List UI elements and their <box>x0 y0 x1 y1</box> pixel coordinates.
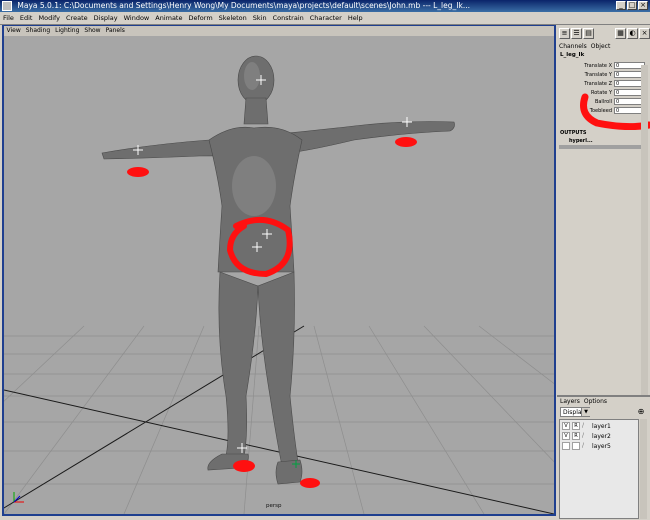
menu-options[interactable]: Options <box>584 398 607 405</box>
layer-color-icon[interactable]: / <box>582 432 590 440</box>
tab-object[interactable]: Object <box>591 43 611 51</box>
outputs-node[interactable]: hyperl... <box>569 138 593 144</box>
panel-menu-show[interactable]: Show <box>82 26 103 36</box>
menu-constrain[interactable]: Constrain <box>270 12 307 24</box>
menu-animate[interactable]: Animate <box>152 12 185 24</box>
menu-skeleton[interactable]: Skeleton <box>216 12 250 24</box>
maya-app-icon <box>2 1 12 11</box>
menu-skin[interactable]: Skin <box>250 12 270 24</box>
layers-divider[interactable] <box>557 395 650 397</box>
axis-indicator-icon <box>13 492 24 503</box>
layer-reference-toggle[interactable] <box>572 442 580 450</box>
layer-visibility-toggle[interactable]: V <box>562 432 570 440</box>
layer-editor-icon[interactable]: ▦ <box>615 28 626 39</box>
layer-color-icon[interactable]: / <box>582 442 590 450</box>
side-panel-toolbar: ≡ ☰ ▤ ▦ ◐ × <box>557 27 650 41</box>
close-icon[interactable]: × <box>638 1 648 10</box>
layer-name: layer2 <box>592 433 611 440</box>
layer-list-scrollbar[interactable] <box>640 419 647 519</box>
menu-modify[interactable]: Modify <box>35 12 63 24</box>
panel-menu-lighting[interactable]: Lighting <box>53 26 82 36</box>
channel-annotation-mark <box>580 93 650 130</box>
attr-label: Translate X <box>584 63 612 69</box>
layer-row[interactable]: / layer5 <box>561 442 639 451</box>
attr-row: Translate X 0 <box>557 62 650 70</box>
outputs-label: OUTPUTS <box>560 130 587 136</box>
maximize-icon[interactable]: □ <box>627 1 637 10</box>
attr-label: Translate Y <box>584 72 612 78</box>
channel-box-scrollbar[interactable] <box>641 65 648 395</box>
panel-menu-shading[interactable]: Shading <box>23 26 52 36</box>
channel-box-icon[interactable]: ≡ <box>559 28 570 39</box>
layers-menubar: Layers Options <box>560 398 607 405</box>
attr-row: Translate Y 0 <box>557 71 650 79</box>
tab-channels[interactable]: Channels <box>559 43 587 51</box>
menu-file[interactable]: File <box>0 12 17 24</box>
layer-visibility-toggle[interactable]: V <box>562 422 570 430</box>
layer-row[interactable]: V R / layer1 <box>561 422 639 431</box>
side-panel: ≡ ☰ ▤ ▦ ◐ × Channels Object L_leg_Ik Tra… <box>557 25 650 520</box>
window-title: Maya 5.0.1: C:\Documents and Settings\He… <box>17 1 470 10</box>
attribute-editor-icon[interactable]: ☰ <box>571 28 582 39</box>
channel-box-tabs: Channels Object <box>559 43 610 51</box>
menu-character[interactable]: Character <box>307 12 345 24</box>
layer-row[interactable]: V R / layer2 <box>561 432 639 441</box>
camera-label: persp <box>266 503 282 509</box>
layer-name: layer1 <box>592 423 611 430</box>
outputs-divider <box>559 145 645 149</box>
menu-create[interactable]: Create <box>63 12 91 24</box>
minimize-icon[interactable]: _ <box>616 1 626 10</box>
layer-visibility-toggle[interactable] <box>562 442 570 450</box>
layer-name: layer5 <box>592 443 611 450</box>
menu-window[interactable]: Window <box>121 12 153 24</box>
menu-help[interactable]: Help <box>345 12 366 24</box>
menu-edit[interactable]: Edit <box>17 12 36 24</box>
window-title-bar[interactable]: Maya 5.0.1: C:\Documents and Settings\He… <box>0 0 650 12</box>
perspective-viewport[interactable]: persp <box>4 36 554 514</box>
channel-node-name: L_leg_Ik <box>560 52 585 58</box>
menu-layers[interactable]: Layers <box>560 398 580 405</box>
new-layer-icon[interactable]: ⊕ <box>635 406 647 418</box>
close-panel-icon[interactable]: × <box>639 28 650 39</box>
panel-menu-view[interactable]: View <box>4 26 23 36</box>
chevron-down-icon[interactable]: ▼ <box>581 408 590 416</box>
layer-list: V R / layer1 V R / layer2 / layer5 <box>559 419 639 519</box>
main-menubar: File Edit Modify Create Display Window A… <box>0 12 650 24</box>
layer-reference-toggle[interactable]: R <box>572 432 580 440</box>
panel-menubar: View Shading Lighting Show Panels <box>4 26 554 36</box>
menu-display[interactable]: Display <box>91 12 121 24</box>
layer-color-icon[interactable]: / <box>582 422 590 430</box>
tool-settings-icon[interactable]: ▤ <box>583 28 594 39</box>
menu-deform[interactable]: Deform <box>186 12 216 24</box>
outliner-icon[interactable]: ◐ <box>627 28 638 39</box>
layer-reference-toggle[interactable]: R <box>572 422 580 430</box>
panel-menu-panels[interactable]: Panels <box>103 26 127 36</box>
